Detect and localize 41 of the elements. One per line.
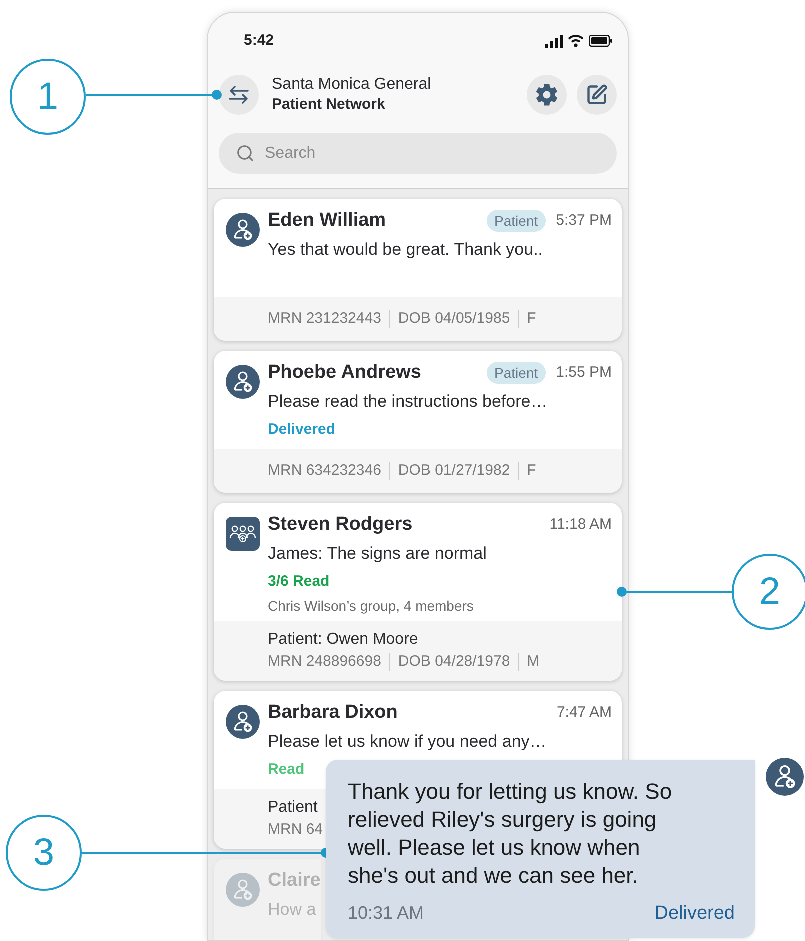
message-time: 7:47 AM bbox=[556, 702, 612, 723]
message-time: 11:18 AM bbox=[550, 514, 612, 535]
message-time: 5:37 PM bbox=[556, 210, 612, 231]
patient-detail: M bbox=[527, 652, 540, 672]
message-preview: Yes that would be great. Thank you.. bbox=[268, 239, 544, 261]
contact-name: Phoebe Andrews bbox=[268, 361, 422, 385]
patient-detail: F bbox=[527, 309, 536, 329]
message-status: Delivered bbox=[268, 420, 336, 440]
message-time: 1:55 PM bbox=[556, 362, 612, 383]
callout-marker: 3 bbox=[6, 815, 82, 891]
patient-detail: MRN 634232346 bbox=[268, 461, 382, 481]
patient-detail: MRN 64 bbox=[268, 820, 324, 840]
contact-name: Steven Rodgers bbox=[268, 513, 413, 537]
patient-detail: DOB 04/28/1978 bbox=[398, 652, 510, 672]
callout-marker: 1 bbox=[10, 59, 86, 135]
contact-name: Claire bbox=[268, 869, 321, 893]
message-preview: How a bbox=[268, 899, 316, 921]
patient-tag: Patient bbox=[486, 362, 546, 384]
patient-detail: DOB 04/05/1985 bbox=[398, 309, 510, 329]
message-status: 3/6 Read bbox=[268, 572, 330, 592]
contact-name: Eden William bbox=[268, 209, 386, 233]
message-preview: Please let us know if you need any… bbox=[268, 731, 547, 753]
patient-tag: Patient bbox=[486, 210, 546, 232]
patient-name: Patient bbox=[268, 798, 318, 818]
patient-detail: MRN 231232443 bbox=[268, 309, 382, 329]
message-preview: Please read the instructions before… bbox=[268, 391, 548, 413]
message-status: Read bbox=[268, 760, 305, 780]
patient-detail: DOB 01/27/1982 bbox=[398, 461, 510, 481]
bubble-status: Delivered bbox=[654, 902, 735, 926]
network-name: Patient Network bbox=[272, 95, 386, 115]
message-preview: James: The signs are normal bbox=[268, 543, 487, 565]
callout-marker: 2 bbox=[732, 554, 805, 630]
patient-name: Patient: Owen Moore bbox=[268, 630, 418, 650]
bubble-time: 10:31 AM bbox=[348, 902, 424, 926]
status-time: 5:42 bbox=[244, 30, 274, 51]
group-info: Chris Wilson’s group, 4 members bbox=[268, 597, 474, 616]
patient-detail: MRN 248896698 bbox=[268, 652, 382, 672]
patient-detail: F bbox=[527, 461, 536, 481]
hospital-name: Santa Monica General bbox=[272, 75, 432, 95]
contact-name: Barbara Dixon bbox=[268, 701, 398, 725]
bubble-message: Thank you for letting us know. So relieved Riley's surgery is going well. Please let us know when she's out and we can see her. bbox=[348, 778, 674, 890]
